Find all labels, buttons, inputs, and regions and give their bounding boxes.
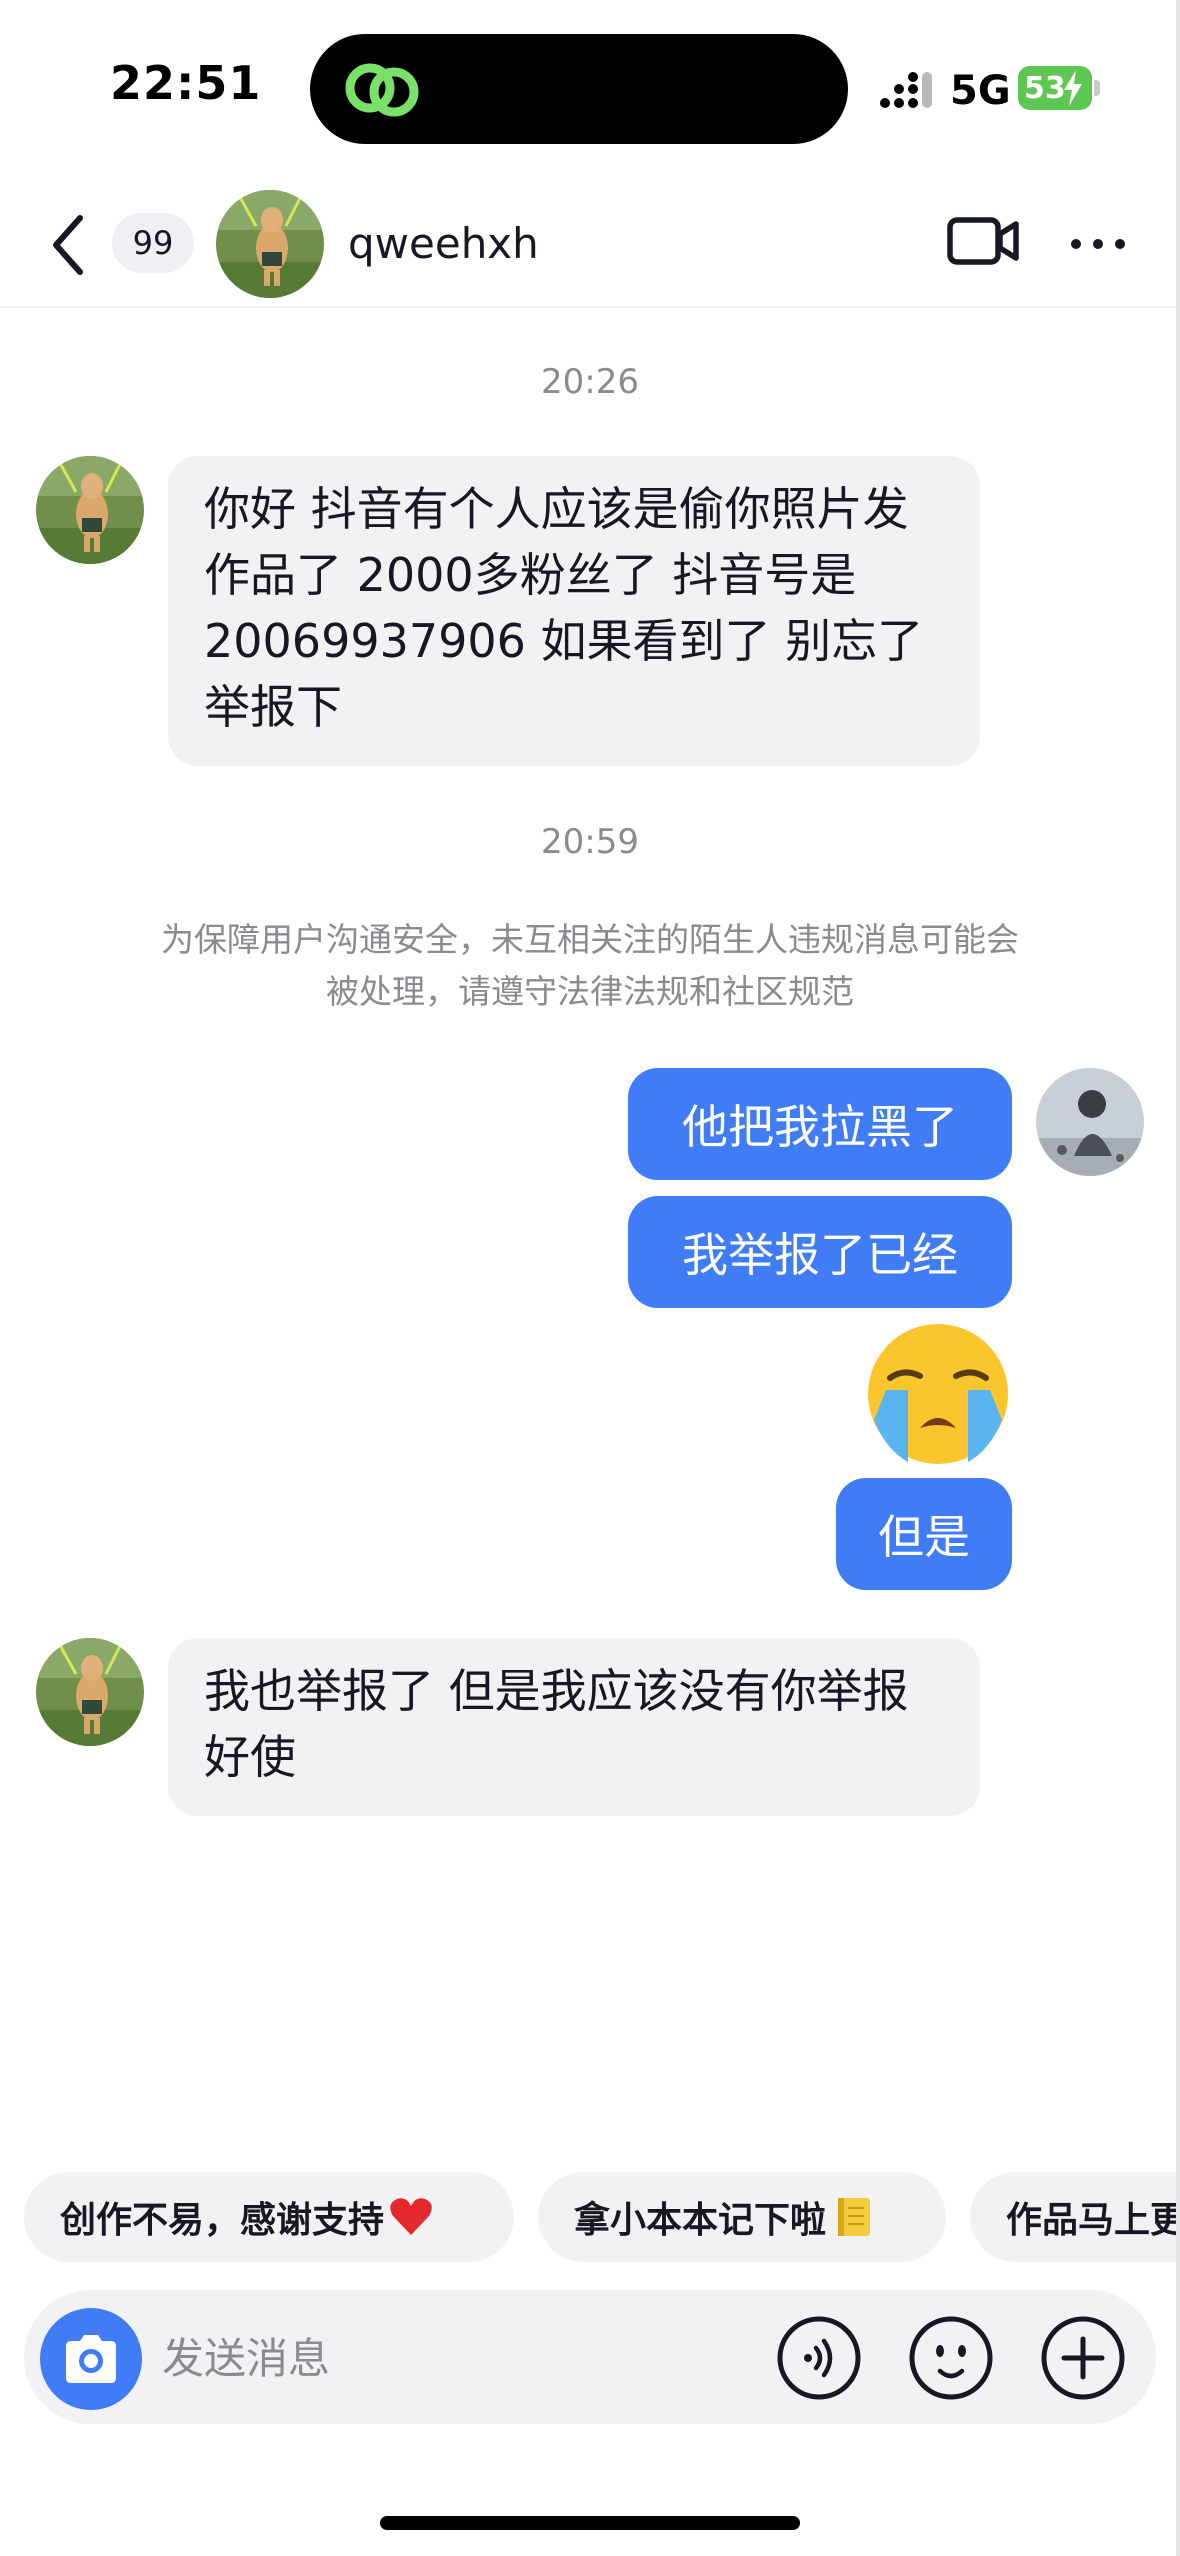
quick-reply-label: 拿小本本记下啦 [574, 2200, 827, 2241]
charging-bolt-icon [1064, 70, 1082, 106]
emoji-picker-icon[interactable] [908, 2315, 994, 2401]
quick-reply-chip[interactable]: 作品马上更 [970, 2172, 1176, 2262]
quick-reply-label: 作品马上更 [1006, 2200, 1176, 2241]
quick-reply-chip[interactable]: 拿小本本记下啦 [538, 2172, 946, 2262]
back-icon[interactable] [48, 212, 88, 278]
message-timestamp: 20:59 [541, 822, 639, 862]
quick-reply-chip[interactable]: 创作不易，感谢支持 [24, 2172, 514, 2262]
sender-avatar[interactable] [36, 456, 144, 564]
incoming-message-bubble[interactable]: 我也举报了 但是我应该没有你举报好使 [168, 1638, 980, 1816]
more-actions-plus-icon[interactable] [1040, 2315, 1126, 2401]
incoming-message-bubble[interactable]: 你好 抖音有个人应该是偷你照片发作品了 2000多粉丝了 抖音号是2006993… [168, 456, 980, 766]
linked-rings-icon [345, 63, 419, 117]
contact-avatar[interactable] [216, 190, 324, 298]
outgoing-message-bubble[interactable]: 但是 [836, 1478, 1012, 1590]
loudly-crying-face-icon[interactable] [864, 1320, 1012, 1468]
safety-notice: 为保障用户沟通安全，未互相关注的陌生人违规消息可能会被处理，请遵守法律法规和社区… [161, 920, 1019, 1011]
quick-reply-label: 创作不易，感谢支持 [60, 2200, 385, 2241]
outgoing-message-bubble[interactable]: 我举报了已经 [628, 1196, 1012, 1308]
video-call-icon[interactable] [946, 212, 1020, 270]
red-heart-icon [390, 2198, 432, 2235]
contact-name[interactable]: qweehxh [348, 219, 539, 268]
more-options-icon[interactable] [1068, 224, 1128, 264]
battery-tip [1094, 80, 1100, 96]
battery-level: 53 [1024, 70, 1066, 106]
header-divider [0, 306, 1180, 308]
screen-edge [1176, 0, 1180, 2556]
dynamic-island [310, 34, 848, 144]
home-indicator[interactable] [380, 2516, 800, 2530]
notebook-icon [838, 2198, 871, 2236]
voice-message-icon[interactable] [776, 2315, 862, 2401]
network-type: 5G [950, 68, 1011, 114]
outgoing-message-bubble[interactable]: 他把我拉黑了 [628, 1068, 1012, 1180]
message-input[interactable] [162, 2318, 742, 2398]
my-avatar[interactable] [1036, 1068, 1144, 1176]
unread-count-badge[interactable]: 99 [112, 213, 194, 273]
signal-icon [880, 72, 932, 108]
camera-icon[interactable] [40, 2308, 142, 2410]
message-timestamp: 20:26 [541, 362, 639, 402]
status-time: 22:51 [110, 56, 262, 110]
sender-avatar[interactable] [36, 1638, 144, 1746]
